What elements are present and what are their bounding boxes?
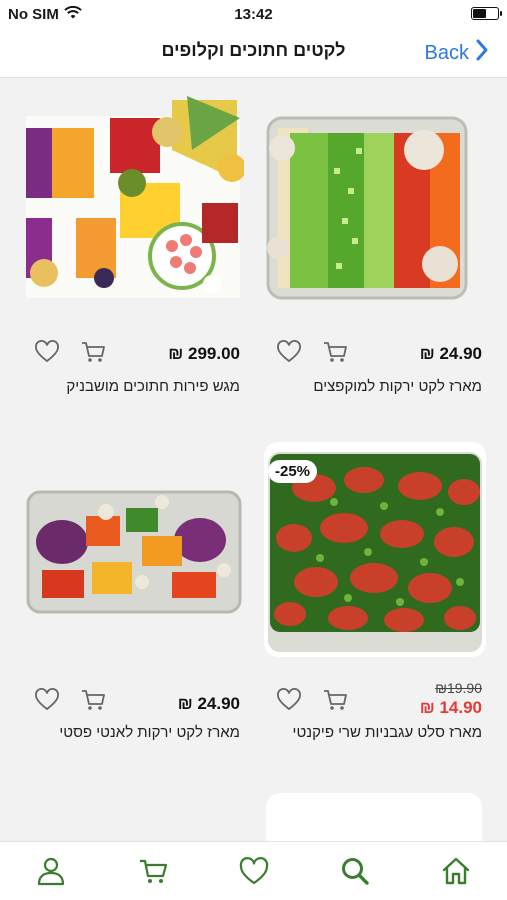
old-price: ₪19.90 (435, 680, 482, 696)
add-to-cart-icon[interactable] (80, 340, 106, 369)
product-name[interactable]: מארז לקט ירקות למוקפצים (313, 378, 482, 395)
currency-symbol: ₪ (177, 694, 193, 713)
currency-symbol: ₪ (435, 680, 447, 696)
antipasti-vegetables-image[interactable] (22, 442, 244, 657)
price-value: 24.90 (197, 694, 240, 713)
currency-symbol: ₪ (419, 698, 435, 717)
heart-icon[interactable] (276, 340, 302, 369)
product-actions: ₪ 299.00 (22, 340, 244, 368)
status-time: 13:42 (234, 6, 273, 23)
add-to-cart-icon[interactable] (322, 688, 348, 717)
product-actions: ₪19.90 ₪ 14.90 (264, 680, 486, 718)
back-label: Back (424, 41, 469, 64)
status-bar: No SIM 13:42 (0, 0, 507, 28)
cherry-tomato-salad-image[interactable]: -25% (264, 442, 486, 657)
tab-bar (0, 841, 507, 900)
sale-price: ₪ 14.90 (420, 698, 482, 718)
price: ₪ 24.90 (420, 344, 482, 364)
product-name[interactable]: מגש פירות חתוכים מושבניק (66, 378, 240, 395)
price-value: 299.00 (188, 344, 240, 363)
tab-heart-icon[interactable] (239, 856, 269, 891)
currency-symbol: ₪ (419, 344, 435, 363)
tab-home-icon[interactable] (441, 856, 471, 891)
product-name[interactable]: מארז סלט עגבניות שרי פיקנטי (293, 724, 482, 741)
add-to-cart-icon[interactable] (80, 688, 106, 717)
heart-icon[interactable] (34, 688, 60, 717)
product-actions: ₪ 24.90 (22, 688, 244, 716)
tab-user-icon[interactable] (36, 856, 66, 891)
heart-icon[interactable] (276, 688, 302, 717)
nav-bar: לקטים חתוכים וקלופים Back (0, 28, 507, 78)
price: ₪ 24.90 (178, 694, 240, 714)
price-value: 24.90 (439, 344, 482, 363)
chevron-right-icon (475, 38, 489, 68)
heart-icon[interactable] (34, 340, 60, 369)
fruit-platter-image[interactable] (22, 88, 244, 303)
product-actions: ₪ 24.90 (264, 340, 486, 368)
product-name[interactable]: מארז לקט ירקות לאנטי פסטי (59, 724, 240, 741)
tab-search-icon[interactable] (340, 856, 370, 891)
battery-icon (471, 7, 502, 20)
currency-symbol: ₪ (168, 344, 184, 363)
price-value: 14.90 (439, 698, 482, 717)
old-price-value: 19.90 (446, 680, 482, 696)
discount-badge: -25% (268, 460, 318, 483)
tab-cart-icon[interactable] (138, 856, 168, 891)
add-to-cart-icon[interactable] (322, 340, 348, 369)
stirfry-vegetables-image[interactable] (264, 88, 486, 303)
price: ₪ 299.00 (168, 344, 240, 364)
back-button[interactable]: Back (425, 38, 489, 68)
